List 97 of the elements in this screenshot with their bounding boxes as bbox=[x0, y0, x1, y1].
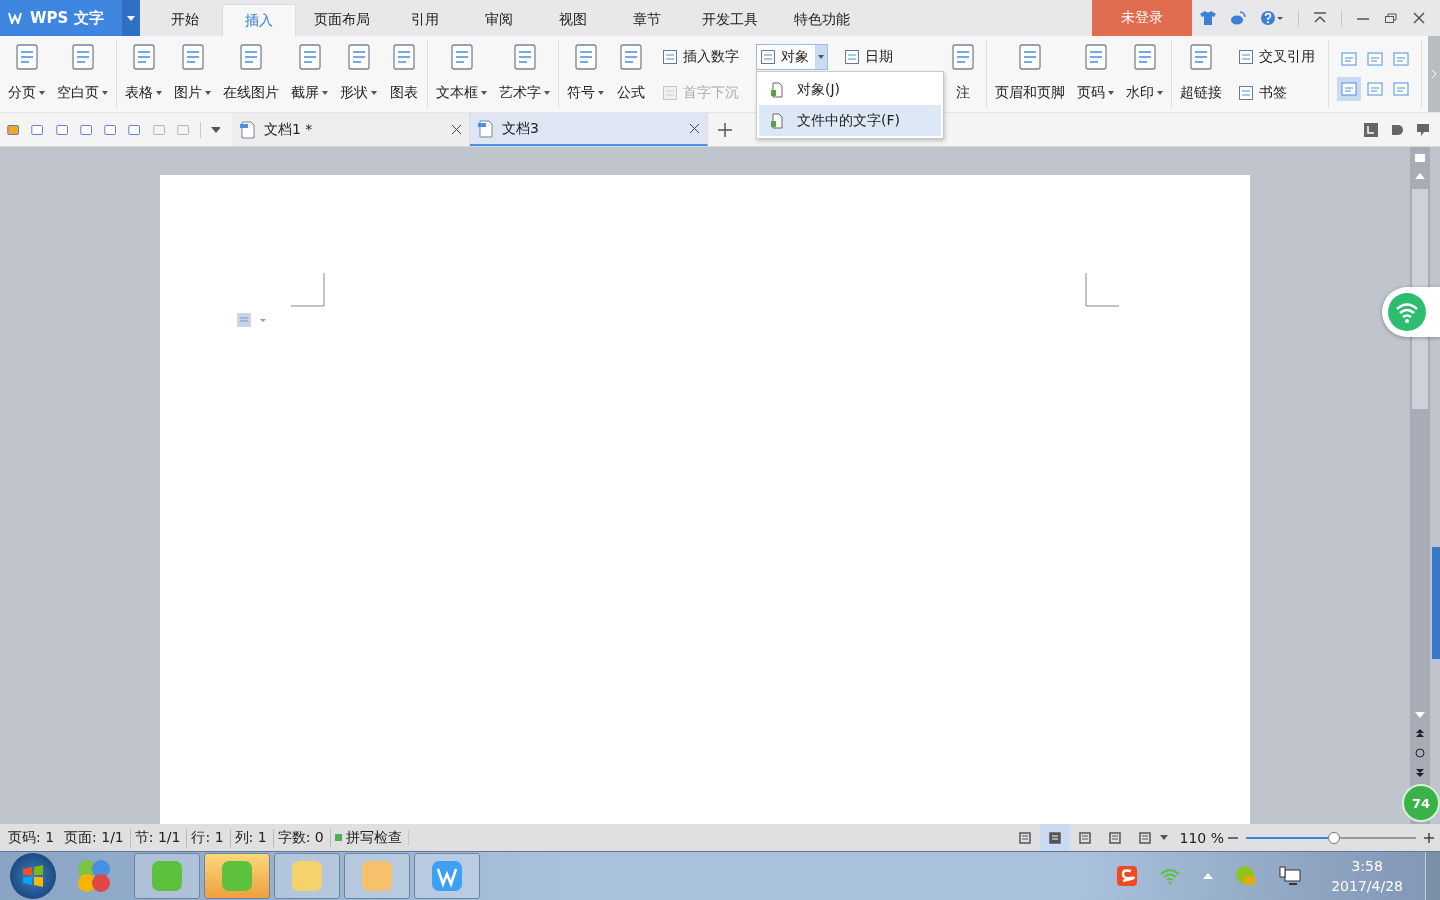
collapse-ribbon-icon[interactable] bbox=[1313, 12, 1327, 24]
margin-corner-mark bbox=[291, 273, 325, 307]
ribbon-button[interactable]: 图片 bbox=[168, 40, 217, 108]
ribbon-button[interactable]: 日期 bbox=[840, 44, 898, 70]
menu-tab[interactable]: 开发工具 bbox=[684, 4, 776, 36]
show-desktop-button[interactable] bbox=[1425, 852, 1440, 900]
menu-tab[interactable]: 视图 bbox=[536, 4, 610, 36]
scroll-down-icon[interactable] bbox=[1415, 712, 1425, 718]
close-icon[interactable] bbox=[1412, 12, 1426, 24]
wifi-icon bbox=[1388, 293, 1426, 331]
zoom-slider-thumb[interactable] bbox=[1328, 831, 1341, 844]
ribbon-button[interactable]: 形状 bbox=[334, 40, 383, 108]
windows-logo-icon bbox=[21, 864, 45, 888]
text-file-icon bbox=[769, 112, 785, 129]
help-icon[interactable] bbox=[1260, 10, 1284, 26]
network-monitor-icon[interactable] bbox=[1279, 866, 1302, 886]
ribbon-button[interactable]: 页眉和页脚 bbox=[989, 40, 1071, 108]
app-menu-button[interactable]: WPS 文字 bbox=[0, 0, 122, 36]
ribbon-button[interactable]: 表格 bbox=[119, 40, 168, 108]
spell-check-button[interactable]: 拼写检查 bbox=[329, 828, 408, 847]
taskbar-button[interactable] bbox=[344, 853, 410, 899]
shirt-icon[interactable] bbox=[1200, 11, 1216, 25]
document-icon bbox=[240, 120, 256, 139]
restore-icon[interactable] bbox=[1384, 12, 1398, 24]
ribbon-button[interactable]: 插入数字 bbox=[658, 44, 744, 70]
show-hidden-icon[interactable] bbox=[1203, 873, 1214, 879]
app-dropdown-button[interactable] bbox=[122, 0, 140, 36]
ribbon-button[interactable]: 对象 bbox=[756, 44, 828, 70]
page-view-button[interactable] bbox=[1039, 824, 1070, 851]
status-text: 字数: 0 bbox=[272, 828, 330, 847]
taskbar-button[interactable] bbox=[274, 853, 340, 899]
caret-icon bbox=[39, 91, 45, 95]
ribbon-button[interactable]: 交叉引用 bbox=[1234, 44, 1320, 70]
close-icon[interactable] bbox=[690, 124, 699, 133]
dropdown-arrow-icon[interactable] bbox=[211, 126, 220, 133]
ribbon-button[interactable]: 艺术字 bbox=[493, 40, 556, 108]
wifi-widget[interactable] bbox=[1382, 287, 1440, 337]
ribbon-button[interactable]: 截屏 bbox=[285, 40, 334, 108]
start-button[interactable] bbox=[10, 853, 56, 899]
dropdown-arrow-icon[interactable] bbox=[1159, 835, 1168, 840]
status-text: 页码: 1 bbox=[8, 828, 56, 847]
caret-icon bbox=[1108, 91, 1114, 95]
caret-icon bbox=[127, 15, 135, 21]
next-page-icon[interactable] bbox=[1416, 768, 1424, 778]
menu-item[interactable]: 文件中的文字(F) bbox=[759, 105, 941, 136]
ribbon-button[interactable]: 公式 bbox=[610, 40, 652, 108]
zoom-level[interactable]: 110 % bbox=[1179, 829, 1224, 846]
caret-icon bbox=[481, 91, 487, 95]
document-icon bbox=[478, 119, 494, 138]
caret-icon bbox=[322, 91, 328, 95]
menu-tab[interactable]: 页面布局 bbox=[296, 4, 388, 36]
ribbon-button[interactable]: 文本框 bbox=[430, 40, 493, 108]
caret-icon bbox=[102, 91, 108, 95]
taskbar-button[interactable] bbox=[204, 853, 270, 899]
caret-icon bbox=[1157, 91, 1163, 95]
ribbon-button[interactable]: 分页 bbox=[2, 40, 51, 108]
status-text: 列: 1 bbox=[229, 828, 273, 847]
scroll-up-icon[interactable] bbox=[1415, 173, 1425, 179]
document-tab[interactable]: 文档1 * bbox=[232, 113, 470, 146]
ribbon-button[interactable]: 水印 bbox=[1120, 40, 1169, 108]
close-icon[interactable] bbox=[452, 125, 461, 134]
ribbon-button[interactable]: 超链接 bbox=[1174, 40, 1228, 108]
app-logo-icon bbox=[8, 12, 22, 24]
status-text: 节: 1/1 bbox=[129, 828, 187, 847]
ribbon-button[interactable]: 书签 bbox=[1234, 80, 1320, 106]
layout-icon[interactable] bbox=[1364, 122, 1378, 137]
new-tab-icon[interactable] bbox=[718, 122, 732, 137]
status-text: 行: 1 bbox=[186, 828, 230, 847]
caret-icon bbox=[205, 91, 211, 95]
caret-icon bbox=[544, 91, 550, 95]
menu-tab[interactable]: 插入 bbox=[222, 4, 296, 36]
menu-tab[interactable]: 引用 bbox=[388, 4, 462, 36]
document-tab[interactable]: 文档3 bbox=[470, 113, 708, 146]
menu-tab[interactable]: 审阅 bbox=[462, 4, 536, 36]
caret-icon bbox=[371, 91, 377, 95]
weibo-icon[interactable] bbox=[1230, 11, 1246, 25]
taskbar-button[interactable] bbox=[134, 853, 200, 899]
caret-icon bbox=[598, 91, 604, 95]
zoom-in-icon[interactable] bbox=[1424, 832, 1434, 843]
ribbon-button[interactable]: 符号 bbox=[561, 40, 610, 108]
sogou-input-icon[interactable] bbox=[1117, 866, 1138, 886]
page-view-icon bbox=[1048, 831, 1061, 844]
menu-tab[interactable]: 章节 bbox=[610, 4, 684, 36]
ribbon-button[interactable]: 页码 bbox=[1071, 40, 1120, 108]
writer-icon bbox=[429, 858, 465, 894]
chevron-right-icon bbox=[1431, 70, 1437, 78]
menu-tab[interactable]: 开始 bbox=[148, 4, 222, 36]
ribbon-button[interactable]: 图表 bbox=[383, 40, 425, 108]
status-text: 页面: 1/1 bbox=[63, 828, 125, 847]
taskbar-button[interactable] bbox=[414, 853, 480, 899]
paste-options-icon[interactable] bbox=[236, 311, 268, 329]
previous-page-icon[interactable] bbox=[1416, 728, 1424, 738]
ribbon-button[interactable]: 在线图片 bbox=[217, 40, 285, 108]
caret-icon bbox=[156, 91, 162, 95]
margin-corner-mark bbox=[1085, 273, 1119, 307]
ribbon-button[interactable]: 空白页 bbox=[51, 40, 114, 108]
menu-tab[interactable]: 特色功能 bbox=[776, 4, 868, 36]
